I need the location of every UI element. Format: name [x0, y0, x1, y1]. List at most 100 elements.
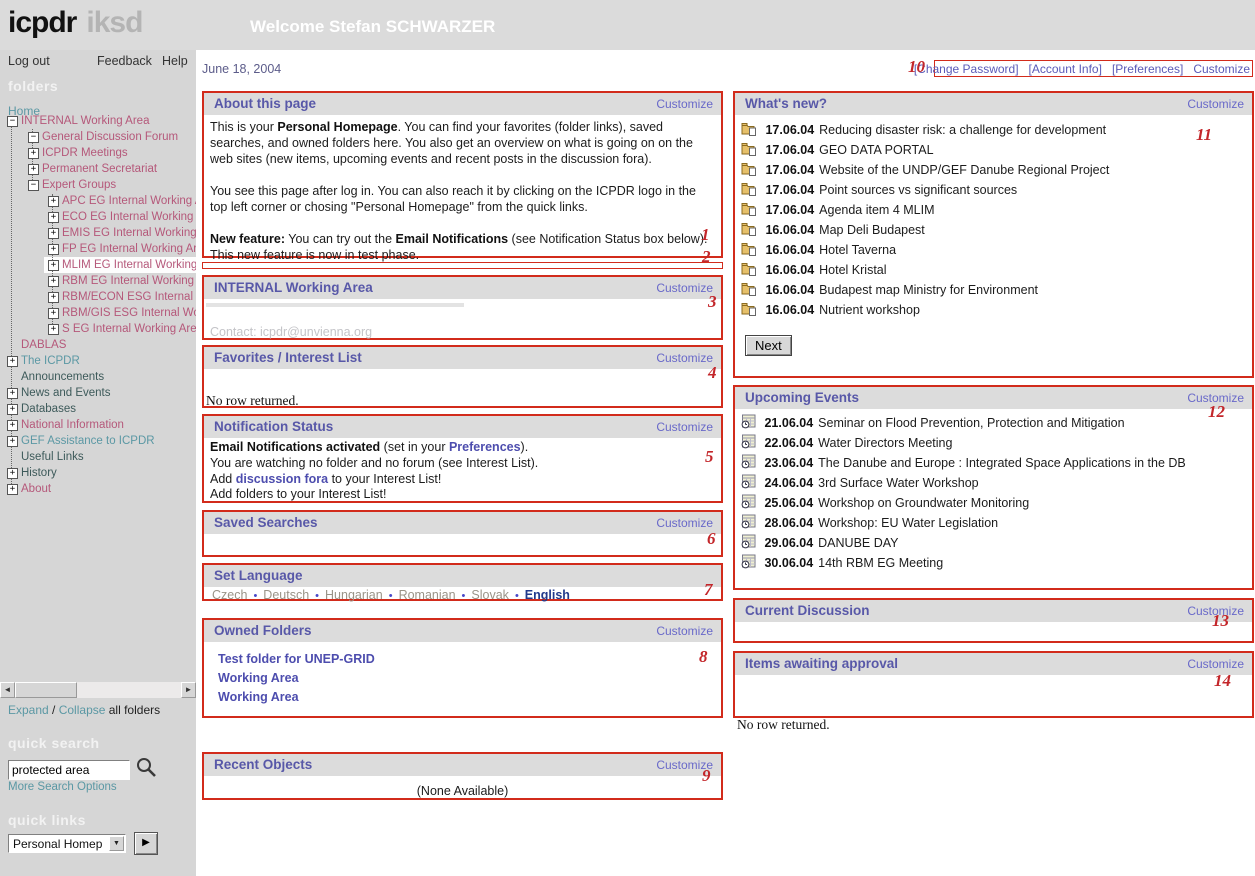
feed-item[interactable]: 23.06.04The Danube and Europe : Integrat… — [739, 453, 1252, 473]
tree-item[interactable]: +ECO EG Internal Working Area — [0, 209, 196, 225]
feed-item[interactable]: 17.06.04Reducing disaster risk: a challe… — [739, 120, 1252, 140]
tree-expand-icon[interactable]: + — [48, 260, 59, 271]
tree-item-label[interactable]: History — [21, 465, 57, 481]
tree-item-label[interactable]: Permanent Secretariat — [42, 161, 157, 177]
scrollbar-thumb[interactable] — [15, 682, 77, 698]
feed-item[interactable]: 16.06.04Hotel Kristal — [739, 260, 1252, 280]
tree-item[interactable]: Announcements — [0, 369, 196, 385]
language-option[interactable]: Czech — [212, 588, 247, 602]
tree-item-label[interactable]: Useful Links — [21, 449, 84, 465]
tree-item-label[interactable]: FP EG Internal Working Area — [62, 241, 196, 257]
collapse-link[interactable]: Collapse — [59, 703, 106, 717]
tree-expand-icon[interactable]: + — [48, 324, 59, 335]
customize-link[interactable]: Customize — [656, 624, 713, 638]
owned-folder-link[interactable]: Test folder for UNEP-GRID — [218, 650, 721, 669]
tree-item-label[interactable]: News and Events — [21, 385, 111, 401]
tree-item-label[interactable]: APC EG Internal Working Area — [62, 193, 196, 209]
scroll-right-arrow-icon[interactable]: ► — [181, 682, 196, 698]
feed-item[interactable]: 17.06.04GEO DATA PORTAL — [739, 140, 1252, 160]
tree-item-label[interactable]: RBM/ECON ESG Internal Working — [62, 289, 196, 305]
tree-item[interactable]: +GEF Assistance to ICPDR — [0, 433, 196, 449]
tree-item[interactable]: DABLAS — [0, 337, 196, 353]
customize-link[interactable]: Customize — [1187, 97, 1244, 111]
feed-item[interactable]: 29.06.04DANUBE DAY — [739, 533, 1252, 553]
help-link[interactable]: Help — [162, 54, 188, 68]
tree-expand-icon[interactable]: + — [28, 148, 39, 159]
tree-collapse-icon[interactable]: − — [28, 132, 39, 143]
feed-item[interactable]: 30.06.0414th RBM EG Meeting — [739, 553, 1252, 573]
tree-item-label[interactable]: MLIM EG Internal Working Area — [62, 257, 196, 273]
tree-item[interactable]: +History — [0, 465, 196, 481]
tree-expand-icon[interactable]: + — [7, 436, 18, 447]
tree-horizontal-scrollbar[interactable]: ◄ ► — [0, 682, 196, 698]
tree-item-label[interactable]: National Information — [21, 417, 124, 433]
tree-item-label[interactable]: S EG Internal Working Area — [62, 321, 196, 337]
tree-item-label[interactable]: INTERNAL Working Area — [21, 113, 149, 129]
tree-item[interactable]: +RBM EG Internal Working Area — [0, 273, 196, 289]
item-title[interactable]: Map Deli Budapest — [819, 223, 925, 237]
feed-item[interactable]: 25.06.04Workshop on Groundwater Monitori… — [739, 493, 1252, 513]
tree-expand-icon[interactable]: + — [7, 404, 18, 415]
tree-item[interactable]: +RBM/GIS ESG Internal Working — [0, 305, 196, 321]
tree-item-label[interactable]: GEF Assistance to ICPDR — [21, 433, 155, 449]
language-option[interactable]: Romanian — [399, 588, 456, 602]
tree-item[interactable]: +APC EG Internal Working Area — [0, 193, 196, 209]
search-icon[interactable] — [134, 756, 158, 780]
tree-item[interactable]: +RBM/ECON ESG Internal Working — [0, 289, 196, 305]
tree-item[interactable]: +Permanent Secretariat — [0, 161, 196, 177]
chevron-down-icon[interactable]: ▼ — [109, 836, 124, 851]
feed-item[interactable]: 21.06.04Seminar on Flood Prevention, Pro… — [739, 413, 1252, 433]
tree-item-label[interactable]: General Discussion Forum — [42, 129, 178, 145]
account-link[interactable]: Customize — [1193, 62, 1250, 76]
feed-item[interactable]: 17.06.04Point sources vs significant sou… — [739, 180, 1252, 200]
tree-item[interactable]: +The ICPDR — [0, 353, 196, 369]
customize-link[interactable]: Customize — [656, 97, 713, 111]
tree-item-label[interactable]: DABLAS — [21, 337, 66, 353]
account-link[interactable]: [Change Password] — [914, 62, 1019, 76]
item-title[interactable]: Seminar on Flood Prevention, Protection … — [818, 416, 1124, 430]
tree-item-label[interactable]: Expert Groups — [42, 177, 116, 193]
account-link[interactable]: [Preferences] — [1112, 62, 1183, 76]
feed-item[interactable]: 24.06.043rd Surface Water Workshop — [739, 473, 1252, 493]
next-button[interactable]: Next — [745, 335, 792, 356]
expand-link[interactable]: Expand — [8, 703, 49, 717]
item-title[interactable]: Hotel Taverna — [819, 243, 896, 257]
item-title[interactable]: Website of the UNDP/GEF Danube Regional … — [819, 163, 1109, 177]
tree-item[interactable]: Useful Links — [0, 449, 196, 465]
item-title[interactable]: Reducing disaster risk: a challenge for … — [819, 123, 1106, 137]
tree-expand-icon[interactable]: + — [48, 196, 59, 207]
tree-item[interactable]: −INTERNAL Working Area — [0, 113, 196, 129]
owned-folder-link[interactable]: Working Area — [218, 688, 721, 707]
feedback-link[interactable]: Feedback — [97, 54, 152, 68]
tree-item-label[interactable]: About — [21, 481, 51, 497]
item-title[interactable]: GEO DATA PORTAL — [819, 143, 933, 157]
tree-expand-icon[interactable]: + — [48, 276, 59, 287]
item-title[interactable]: Hotel Kristal — [819, 263, 886, 277]
search-input[interactable] — [8, 760, 130, 780]
account-link[interactable]: [Account Info] — [1029, 62, 1102, 76]
icpdr-logo[interactable]: icpdriksd — [8, 6, 142, 40]
inline-link[interactable]: Preferences — [449, 440, 521, 454]
tree-expand-icon[interactable]: + — [7, 356, 18, 367]
logout-link[interactable]: Log out — [8, 54, 50, 68]
item-title[interactable]: DANUBE DAY — [818, 536, 898, 550]
tree-item-label[interactable]: The ICPDR — [21, 353, 80, 369]
owned-folder-link[interactable]: Working Area — [218, 669, 721, 688]
feed-item[interactable]: 16.06.04Nutrient workshop — [739, 300, 1252, 320]
feed-item[interactable]: 17.06.04Website of the UNDP/GEF Danube R… — [739, 160, 1252, 180]
item-title[interactable]: Budapest map Ministry for Environment — [819, 283, 1038, 297]
item-title[interactable]: Water Directors Meeting — [818, 436, 952, 450]
language-option[interactable]: Deutsch — [263, 588, 309, 602]
tree-item[interactable]: +ICPDR Meetings — [0, 145, 196, 161]
feed-item[interactable]: 28.06.04Workshop: EU Water Legislation — [739, 513, 1252, 533]
item-title[interactable]: 3rd Surface Water Workshop — [818, 476, 978, 490]
tree-expand-icon[interactable]: + — [7, 484, 18, 495]
tree-collapse-icon[interactable]: − — [28, 180, 39, 191]
quick-links-go-button[interactable]: ▶ — [134, 832, 158, 855]
item-title[interactable]: Agenda item 4 MLIM — [819, 203, 934, 217]
tree-item[interactable]: −General Discussion Forum — [0, 129, 196, 145]
customize-link[interactable]: Customize — [656, 516, 713, 530]
tree-item[interactable]: +S EG Internal Working Area — [0, 321, 196, 337]
customize-link[interactable]: Customize — [656, 420, 713, 434]
tree-expand-icon[interactable]: + — [48, 244, 59, 255]
